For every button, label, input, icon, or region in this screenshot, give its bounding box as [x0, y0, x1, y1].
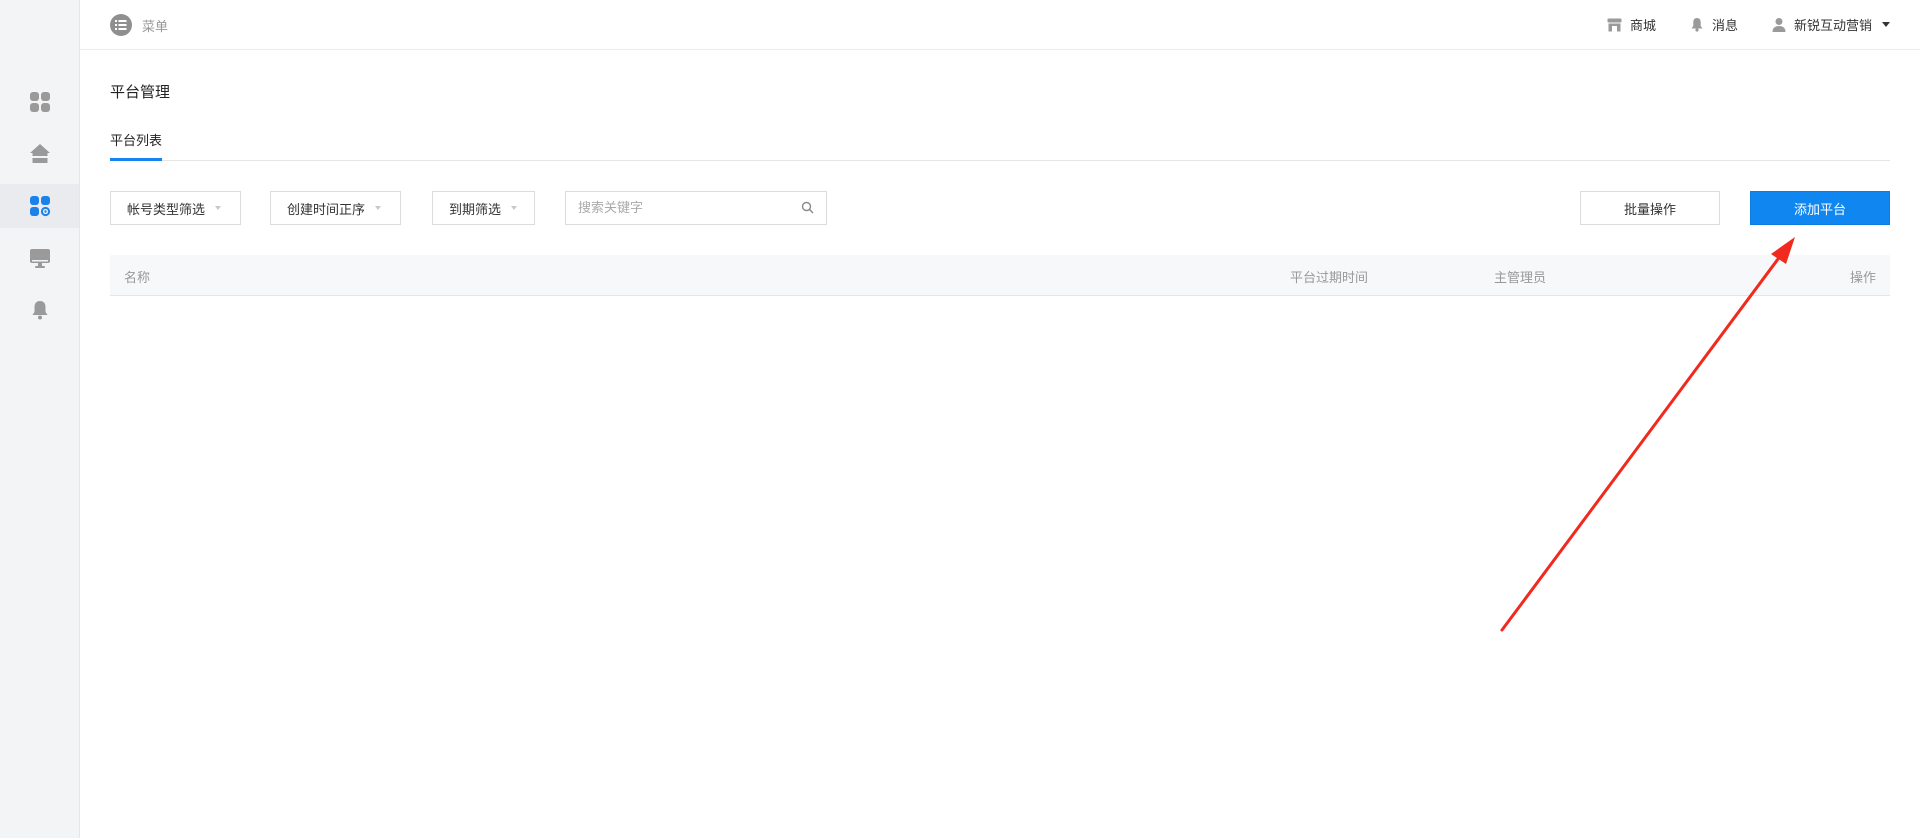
- sidebar-item-home[interactable]: [0, 132, 79, 176]
- sidebar-item-notifications[interactable]: [0, 288, 79, 332]
- apps-settings-icon: [29, 196, 50, 217]
- sidebar-item-monitor[interactable]: [0, 236, 79, 280]
- monitor-icon: [29, 249, 50, 268]
- menu-toggle-button[interactable]: 菜单: [110, 14, 168, 36]
- sidebar-item-dashboard[interactable]: [0, 80, 79, 124]
- tab-bar: 平台列表: [110, 128, 1890, 161]
- user-menu[interactable]: 新锐互动营销: [1772, 15, 1890, 34]
- sidebar: [0, 0, 80, 838]
- top-bar: 菜单 商城 消息 新锐互动营销: [80, 0, 1920, 50]
- page-title: 平台管理: [110, 83, 171, 101]
- home-icon: [29, 144, 50, 163]
- tab-platform-list[interactable]: 平台列表: [110, 128, 163, 161]
- filter-bar: 帐号类型筛选 创建时间正序 到期筛选 批量操作 添加平台: [110, 191, 1890, 225]
- batch-operation-button[interactable]: 批量操作: [1580, 191, 1720, 225]
- table-header: 名称 平台过期时间 主管理员 操作: [110, 255, 1890, 296]
- column-header-expiry: 平台过期时间: [1290, 271, 1369, 286]
- add-platform-button[interactable]: 添加平台: [1750, 191, 1890, 225]
- messages-link[interactable]: 消息: [1690, 15, 1738, 34]
- account-type-filter-label: 帐号类型筛选: [127, 202, 206, 218]
- chevron-down-icon: [375, 206, 382, 210]
- menu-label: 菜单: [142, 19, 169, 35]
- top-right-links: 商城 消息 新锐互动营销: [1573, 15, 1890, 34]
- store-link[interactable]: 商城: [1607, 15, 1656, 34]
- column-header-name: 名称: [124, 271, 151, 286]
- dashboard-grid-icon: [29, 92, 50, 112]
- expiry-filter-label: 到期筛选: [449, 202, 502, 218]
- expiry-filter[interactable]: 到期筛选: [432, 191, 535, 225]
- chevron-down-icon: [511, 206, 518, 210]
- user-icon: [1772, 18, 1786, 32]
- created-time-sort-label: 创建时间正序: [287, 202, 366, 218]
- column-header-admin: 主管理员: [1494, 271, 1547, 286]
- sidebar-item-platform[interactable]: [0, 184, 79, 228]
- bell-icon: [1691, 18, 1703, 32]
- search-icon[interactable]: [801, 201, 814, 214]
- chevron-down-icon: [1882, 22, 1890, 27]
- column-header-actions: 操作: [1849, 271, 1876, 286]
- search-input[interactable]: [566, 192, 786, 224]
- user-name: 新锐互动营销: [1793, 19, 1872, 34]
- search-box: [565, 191, 827, 225]
- store-icon: [1607, 18, 1622, 31]
- account-type-filter[interactable]: 帐号类型筛选: [110, 191, 241, 225]
- chevron-down-icon: [215, 206, 222, 210]
- menu-list-icon: [110, 14, 132, 36]
- messages-link-label: 消息: [1711, 19, 1738, 34]
- annotation-arrow: [1500, 237, 1795, 632]
- created-time-sort[interactable]: 创建时间正序: [270, 191, 401, 225]
- bell-icon: [32, 301, 47, 320]
- store-link-label: 商城: [1629, 19, 1656, 34]
